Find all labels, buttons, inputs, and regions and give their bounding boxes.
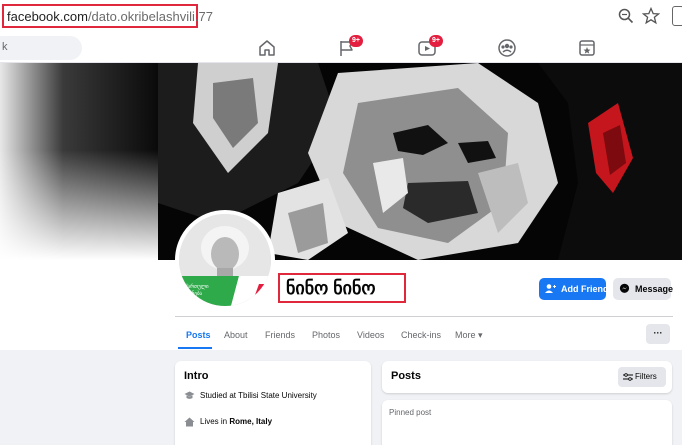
home-icon[interactable] — [256, 37, 278, 59]
add-friend-button[interactable]: Add Friend — [539, 278, 609, 300]
browser-address-bar: facebook.com/dato.okribelashvili.77 — [0, 0, 682, 33]
zoom-icon[interactable] — [618, 8, 634, 24]
intro-card: Intro Studied at Tbilisi State Universit… — [175, 361, 371, 445]
house-icon — [184, 417, 195, 427]
intro-lives-prefix: Lives in — [200, 417, 230, 427]
profile-name: ნინო ნინო — [286, 278, 376, 298]
cover-left-fade — [0, 63, 158, 260]
search-input[interactable]: k — [0, 36, 82, 60]
tab-check-ins[interactable]: Check-ins — [401, 330, 441, 340]
filters-button[interactable]: Filters — [618, 367, 666, 387]
filters-label: Filters — [635, 372, 657, 381]
bookmark-star-icon[interactable] — [642, 7, 660, 25]
intro-title: Intro — [184, 370, 209, 382]
tab-more[interactable]: More ▾ — [455, 330, 483, 341]
pinned-post-card: Pinned post — [382, 400, 672, 445]
notification-badge: 9+ — [349, 35, 363, 47]
notification-badge: 9+ — [429, 35, 443, 47]
profile-name-highlight: ნინო ნინო — [278, 273, 406, 303]
message-button[interactable]: Message — [613, 278, 674, 300]
posts-header-card: Posts Filters — [382, 361, 672, 393]
nav-pages[interactable]: 9+ — [336, 35, 363, 59]
tab-photos[interactable]: Photos — [312, 330, 340, 340]
more-options-button[interactable]: ··· — [646, 324, 670, 344]
message-label: Message — [635, 284, 674, 294]
profile-avatar[interactable]: ქართული ოცნება — [175, 210, 275, 310]
messenger-icon — [619, 283, 630, 293]
tab-about[interactable]: About — [224, 330, 248, 340]
intro-studied-row: Studied at Tbilisi State University — [184, 391, 317, 400]
graduation-cap-icon — [184, 391, 195, 400]
intro-lives-place[interactable]: Rome, Italy — [229, 417, 272, 426]
add-friend-icon — [545, 284, 556, 293]
tab-posts[interactable]: Posts — [186, 330, 211, 340]
url-text[interactable]: facebook.com/dato.okribelashvili.77 — [7, 9, 213, 24]
svg-text:ქართული: ქართული — [185, 283, 209, 290]
intro-lives-row: Lives in Rome, Italy — [184, 417, 272, 427]
tab-friends[interactable]: Friends — [265, 330, 295, 340]
page: facebook.com/dato.okribelashvili.77 k 9+ — [0, 0, 682, 445]
pinned-post-label: Pinned post — [389, 408, 432, 417]
active-tab-indicator — [178, 347, 212, 349]
url-host: facebook.com — [7, 9, 88, 24]
header-divider — [175, 316, 673, 317]
posts-title: Posts — [391, 370, 421, 382]
gaming-icon[interactable] — [576, 37, 598, 59]
avatar-image: ქართული ოცნება — [179, 214, 271, 306]
nav-watch[interactable]: 9+ — [416, 35, 443, 59]
url-highlight-box[interactable]: facebook.com/dato.okribelashvili.77 — [2, 4, 213, 28]
add-friend-label: Add Friend — [561, 284, 609, 294]
groups-icon[interactable] — [496, 37, 518, 59]
search-placeholder: k — [2, 41, 8, 53]
filter-sliders-icon — [623, 373, 633, 381]
intro-studied-text: Studied at Tbilisi State University — [200, 391, 317, 400]
tab-videos[interactable]: Videos — [357, 330, 384, 340]
url-path: /dato.okribelashvili.77 — [87, 9, 213, 24]
facebook-nav-bar: k 9+ 9+ — [0, 33, 682, 63]
extension-icon[interactable] — [672, 6, 682, 26]
